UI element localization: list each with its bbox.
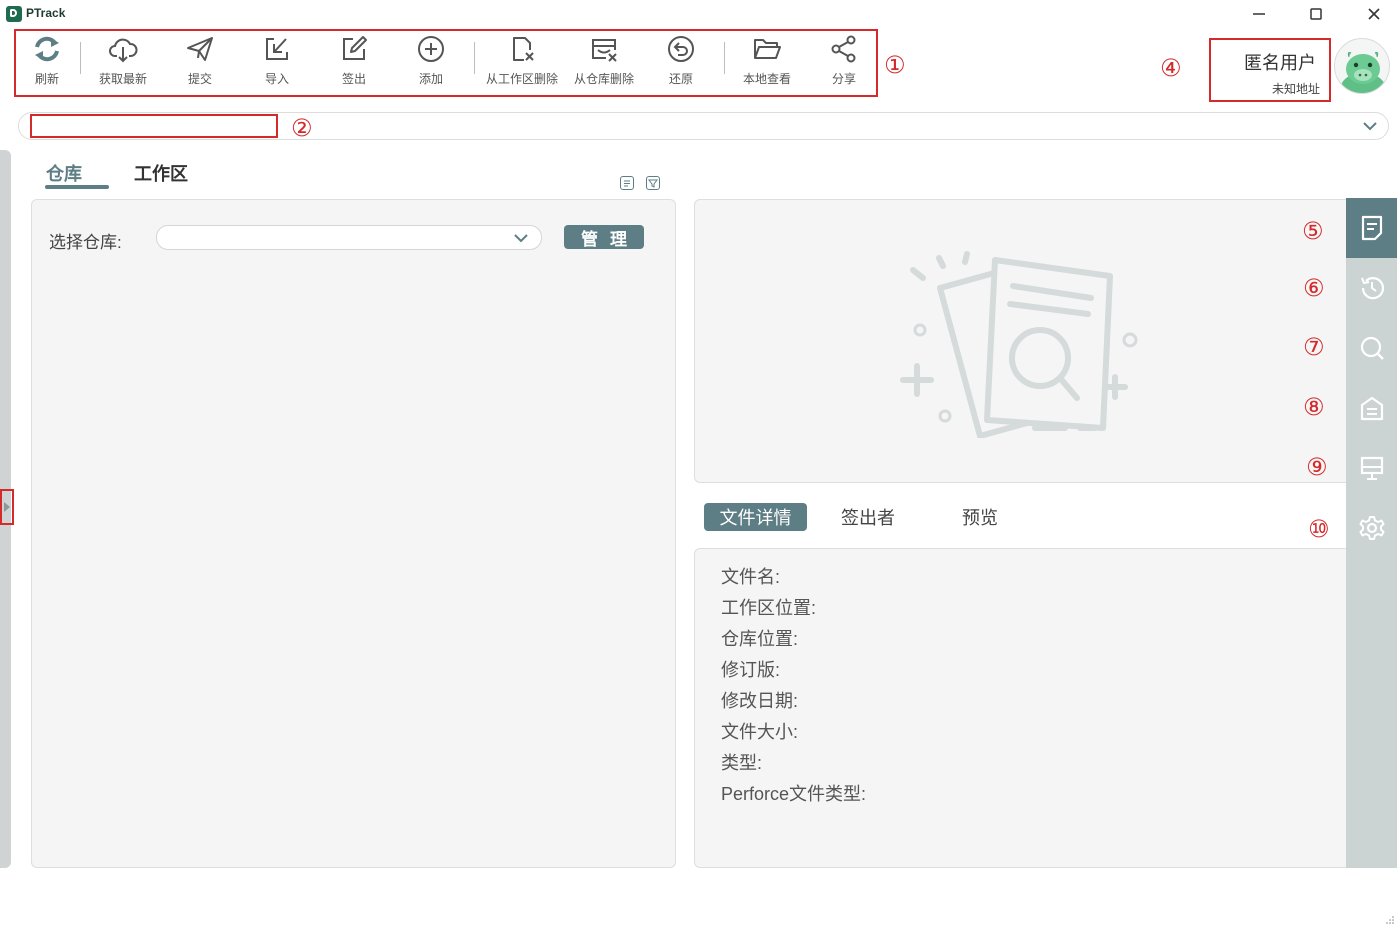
- sidebar-item-workstation[interactable]: [1358, 454, 1386, 482]
- annotation-1: ①: [884, 51, 906, 79]
- maximize-icon: [1310, 8, 1322, 20]
- expand-left-panel-button[interactable]: [0, 489, 14, 525]
- minimize-button[interactable]: [1230, 0, 1288, 28]
- avatar-icon: [1341, 52, 1385, 93]
- annotation-4: ④: [1160, 54, 1182, 82]
- sidebar-item-settings[interactable]: [1358, 514, 1386, 542]
- revert-icon: [668, 36, 694, 62]
- sidebar-item-details[interactable]: [1358, 214, 1386, 242]
- cloud-download-icon: [109, 38, 138, 63]
- file-remove-icon: [513, 37, 534, 61]
- plus-circle-icon: [418, 36, 444, 62]
- filter-icon[interactable]: [646, 176, 660, 190]
- tab-preview[interactable]: 预览: [944, 503, 1016, 531]
- annotation-8: ⑧: [1303, 393, 1325, 421]
- tab-checked-out-by[interactable]: 签出者: [825, 503, 911, 531]
- search-icon: [1360, 336, 1384, 360]
- detail-workspace-location: 工作区位置:: [721, 598, 817, 618]
- app-title: PTrack: [26, 6, 66, 20]
- remove-from-workspace-button[interactable]: 从工作区删除: [484, 34, 560, 94]
- detail-file-name: 文件名:: [721, 567, 781, 587]
- annotation-2: ②: [291, 114, 313, 142]
- remove-from-repo-button[interactable]: 从仓库删除: [572, 34, 636, 94]
- folder-icon: [754, 39, 781, 59]
- checkout-button[interactable]: 签出: [334, 34, 374, 94]
- annotation-10: ⑩: [1308, 515, 1330, 543]
- empty-search-illustration: [900, 251, 1138, 438]
- user-address: 未知地址: [1271, 82, 1320, 96]
- toolbar-divider: [474, 42, 475, 74]
- clipboard-icon: [1360, 396, 1384, 421]
- chevron-down-icon: [514, 234, 528, 243]
- sidebar-item-history[interactable]: [1358, 274, 1386, 302]
- submit-button[interactable]: 提交: [180, 34, 220, 94]
- sidebar-item-changelist[interactable]: [1358, 394, 1386, 422]
- get-latest-label: 获取最新: [98, 72, 147, 86]
- caret-right-icon: [4, 502, 10, 512]
- chevron-down-icon: [1363, 122, 1377, 131]
- detail-perforce-type: Perforce文件类型:: [721, 784, 867, 804]
- history-icon: [1361, 277, 1385, 300]
- share-icon: [831, 35, 856, 63]
- select-repo-label: 选择仓库:: [49, 233, 122, 252]
- repo-select[interactable]: [156, 225, 542, 250]
- document-icon: [1361, 215, 1383, 241]
- detail-repo-location: 仓库位置:: [721, 629, 799, 649]
- view-local-button[interactable]: 本地查看: [739, 34, 795, 94]
- tab-repository[interactable]: 仓库: [46, 160, 82, 186]
- annotation-5: ⑤: [1302, 217, 1324, 245]
- view-local-label: 本地查看: [742, 72, 791, 86]
- detail-type: 类型:: [721, 753, 763, 773]
- detail-file-size: 文件大小:: [721, 722, 799, 742]
- preview-panel: [694, 199, 1354, 483]
- revert-button[interactable]: 还原: [661, 34, 701, 94]
- share-label: 分享: [831, 72, 856, 86]
- remove-from-repo-label: 从仓库删除: [573, 72, 634, 86]
- sidebar-item-search[interactable]: [1358, 334, 1386, 362]
- repository-panel: [31, 199, 676, 868]
- gear-icon: [1359, 516, 1385, 540]
- toolbar-divider: [80, 42, 81, 74]
- remove-from-workspace-label: 从工作区删除: [485, 72, 558, 86]
- refresh-label: 刷新: [34, 72, 59, 86]
- manage-button[interactable]: 管理: [564, 225, 644, 249]
- checkout-label: 签出: [341, 72, 366, 86]
- close-button[interactable]: [1345, 0, 1397, 28]
- annotation-9: ⑨: [1306, 453, 1328, 481]
- avatar[interactable]: [1334, 38, 1390, 94]
- import-button[interactable]: 导入: [257, 34, 297, 94]
- close-icon: [1368, 8, 1380, 20]
- detail-revision: 修订版:: [721, 660, 781, 680]
- tab-active-indicator: [45, 185, 109, 189]
- minimize-icon: [1253, 13, 1265, 15]
- refresh-button[interactable]: 刷新: [27, 34, 67, 94]
- toolbar-divider: [724, 42, 725, 74]
- refresh-icon: [35, 36, 59, 62]
- add-button[interactable]: 添加: [411, 34, 451, 94]
- user-name[interactable]: 匿名用户: [1210, 49, 1316, 75]
- revert-label: 还原: [668, 72, 693, 86]
- tab-workspace[interactable]: 工作区: [134, 160, 188, 186]
- import-icon: [266, 38, 288, 60]
- paper-plane-icon: [187, 37, 213, 61]
- maximize-button[interactable]: [1287, 0, 1345, 28]
- repo-remove-icon: [592, 39, 617, 62]
- edit-icon: [343, 36, 367, 60]
- path-value[interactable]: [30, 114, 278, 138]
- submit-label: 提交: [187, 72, 212, 86]
- share-button[interactable]: 分享: [824, 34, 864, 94]
- annotation-6: ⑥: [1303, 274, 1325, 302]
- annotation-7: ⑦: [1303, 333, 1325, 361]
- list-view-icon[interactable]: [620, 176, 634, 190]
- tab-file-details[interactable]: 文件详情: [704, 503, 807, 531]
- import-label: 导入: [264, 72, 289, 86]
- monitor-icon: [1360, 456, 1384, 480]
- resize-grip-icon[interactable]: [1386, 916, 1394, 924]
- add-label: 添加: [418, 72, 443, 86]
- app-logo: [6, 6, 22, 22]
- get-latest-button[interactable]: 获取最新: [93, 34, 153, 94]
- detail-modified-date: 修改日期:: [721, 691, 799, 711]
